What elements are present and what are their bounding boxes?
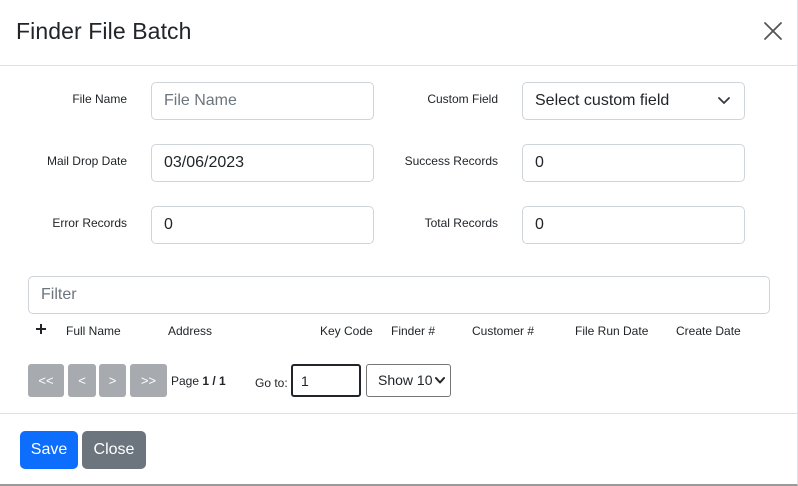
column-header-create-date[interactable]: Create Date — [676, 324, 741, 338]
total-records-label: Total Records — [424, 216, 498, 230]
page-size-select[interactable]: Show 10 — [366, 364, 451, 397]
modal-title: Finder File Batch — [16, 18, 192, 44]
success-records-input[interactable] — [522, 144, 745, 182]
modal-footer: Save Close — [0, 413, 798, 484]
finder-file-batch-modal: Finder File Batch File Name Custom Field… — [0, 0, 798, 486]
custom-field-selected: Select custom field — [535, 92, 670, 109]
custom-field-label: Custom Field — [427, 92, 498, 106]
mail-drop-date-input[interactable] — [151, 144, 374, 182]
filter-input[interactable] — [28, 276, 770, 314]
save-button[interactable]: Save — [20, 431, 78, 469]
plus-icon[interactable] — [34, 322, 48, 336]
file-name-input[interactable] — [151, 82, 374, 120]
page-value: 1 / 1 — [202, 374, 226, 388]
last-page-button[interactable]: >> — [130, 364, 167, 397]
success-records-label: Success Records — [404, 154, 498, 168]
column-header-finder-number[interactable]: Finder # — [391, 324, 435, 338]
total-records-input[interactable] — [522, 206, 745, 244]
first-page-button[interactable]: << — [28, 364, 64, 397]
error-records-input[interactable] — [151, 206, 374, 244]
column-header-file-run-date[interactable]: File Run Date — [575, 324, 648, 338]
chevron-down-icon — [718, 97, 730, 104]
page-label: Page — [171, 374, 200, 388]
next-page-button[interactable]: > — [99, 364, 126, 397]
mail-drop-date-label: Mail Drop Date — [46, 154, 127, 168]
page-size-selected: Show 10 — [378, 372, 433, 388]
goto-label: Go to: — [255, 376, 288, 390]
column-header-full-name[interactable]: Full Name — [66, 324, 121, 338]
custom-field-select[interactable]: Select custom field — [522, 82, 745, 120]
column-header-address[interactable]: Address — [168, 324, 212, 338]
column-header-key-code[interactable]: Key Code — [320, 324, 373, 338]
page-indicator: Page 1 / 1 — [171, 374, 226, 388]
modal-header: Finder File Batch — [0, 0, 798, 66]
close-icon[interactable] — [762, 20, 784, 42]
error-records-label: Error Records — [52, 216, 127, 230]
close-button[interactable]: Close — [82, 431, 146, 469]
column-header-customer-number[interactable]: Customer # — [472, 324, 534, 338]
previous-page-button[interactable]: < — [68, 364, 96, 397]
goto-page-input[interactable] — [291, 364, 361, 397]
chevron-down-icon — [435, 377, 445, 384]
file-name-label: File Name — [72, 92, 127, 106]
